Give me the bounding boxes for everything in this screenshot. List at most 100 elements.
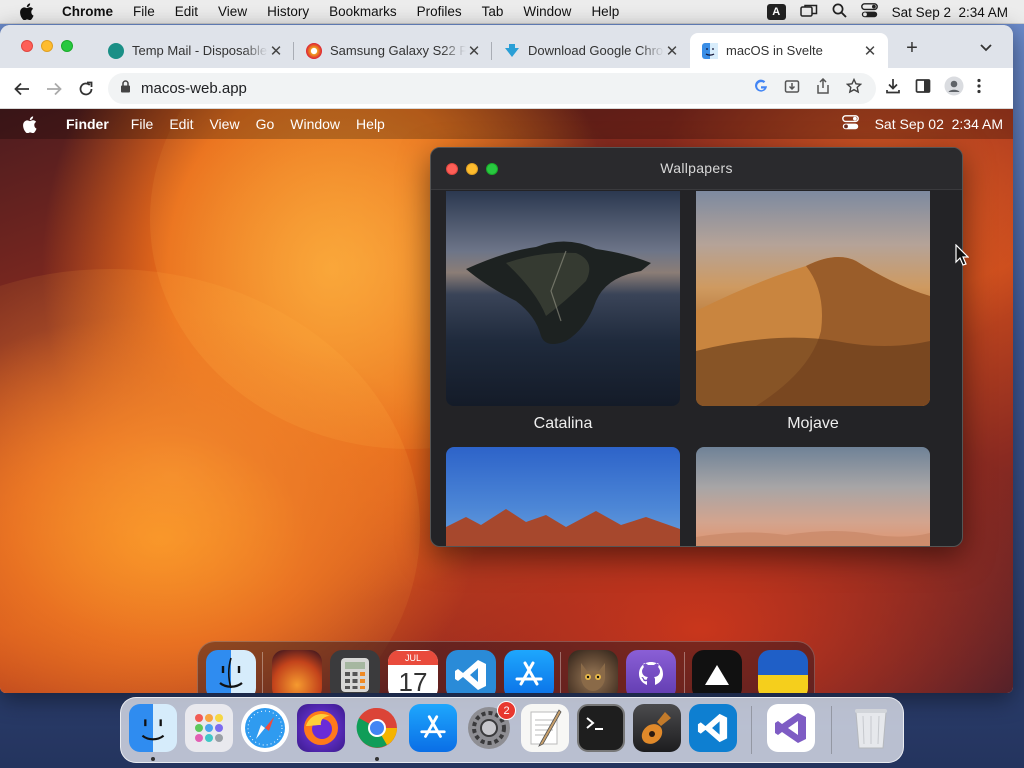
host-menu-edit[interactable]: Edit <box>165 4 208 19</box>
wallpaper-label: Mojave <box>787 415 839 432</box>
safari-icon[interactable] <box>241 704 289 752</box>
app-store-icon[interactable] <box>504 650 554 693</box>
reload-button[interactable] <box>74 77 98 101</box>
wallpaper-card-3[interactable] <box>446 447 680 546</box>
vercel-icon[interactable] <box>692 650 742 693</box>
finder-icon[interactable] <box>206 650 256 693</box>
vscode-icon[interactable] <box>689 704 737 752</box>
close-tab-icon[interactable]: ✕ <box>268 42 284 60</box>
system-settings-icon[interactable]: 2 <box>465 701 516 752</box>
tab-samsung[interactable]: Samsung Galaxy S22 Pro ✕ <box>294 33 492 68</box>
tab-temp-mail[interactable]: Temp Mail - Disposable Temporary Email ✕ <box>96 33 294 68</box>
wallpapers-title: Wallpapers <box>660 160 733 176</box>
host-menu-tab[interactable]: Tab <box>472 4 514 19</box>
wallpaper-thumbnail[interactable] <box>696 447 930 546</box>
wallpapers-titlebar[interactable]: Wallpapers <box>431 148 962 190</box>
install-app-icon[interactable] <box>784 78 800 99</box>
dock-separator <box>831 706 832 754</box>
screen-mirroring-icon[interactable] <box>799 4 818 21</box>
chrome-icon[interactable] <box>353 704 401 752</box>
tab-search-button[interactable] <box>980 39 992 55</box>
calendar-day: 17 <box>398 667 428 693</box>
input-source-icon[interactable]: A <box>766 4 786 20</box>
web-menu-edit[interactable]: Edit <box>161 116 201 132</box>
catalina-thumbnail[interactable] <box>446 191 680 406</box>
downloads-icon[interactable] <box>884 77 902 100</box>
side-panel-icon[interactable] <box>914 77 932 100</box>
textedit-icon[interactable] <box>521 704 569 752</box>
bookmark-star-icon[interactable] <box>845 77 863 99</box>
forward-button[interactable] <box>42 77 66 101</box>
host-dock: 2 <box>120 697 904 763</box>
finder-favicon-icon <box>702 42 718 59</box>
firefox-icon[interactable] <box>297 704 345 752</box>
web-menubar: Finder File Edit View Go Window Help Sat… <box>0 109 1013 139</box>
wallpaper-thumbnail[interactable] <box>446 447 680 546</box>
close-tab-icon[interactable]: ✕ <box>862 42 878 60</box>
host-menu-app[interactable]: Chrome <box>52 4 123 19</box>
control-center-icon[interactable] <box>860 3 878 21</box>
host-menu-help[interactable]: Help <box>581 4 629 19</box>
cat-app-icon[interactable] <box>568 650 618 693</box>
lock-icon[interactable] <box>120 79 131 98</box>
calendar-icon[interactable]: JUL 17 <box>388 650 438 693</box>
zoom-window-button[interactable] <box>61 40 73 52</box>
close-tab-icon[interactable]: ✕ <box>664 42 680 60</box>
apple-menu-icon[interactable] <box>0 3 52 20</box>
host-menu-view[interactable]: View <box>208 4 257 19</box>
web-clock[interactable]: Sat Sep 02 2:34 AM <box>875 116 1003 132</box>
vscode-icon[interactable] <box>446 650 496 693</box>
tab-title: Samsung Galaxy S22 Pro <box>330 43 466 58</box>
chrome-menu-icon[interactable] <box>976 78 982 99</box>
google-lens-icon[interactable] <box>754 79 768 98</box>
web-menu-help[interactable]: Help <box>348 116 393 132</box>
web-menu-file[interactable]: File <box>123 116 162 132</box>
samsung-favicon-icon <box>306 42 322 59</box>
web-menu-window[interactable]: Window <box>282 116 348 132</box>
wallpapers-app-icon[interactable] <box>272 650 322 693</box>
minimize-window-button[interactable] <box>41 40 53 52</box>
web-menu-view[interactable]: View <box>201 116 247 132</box>
terminal-icon[interactable] <box>577 704 625 752</box>
calculator-icon[interactable] <box>330 650 380 693</box>
garageband-icon[interactable] <box>633 704 681 752</box>
address-bar[interactable]: macos-web.app <box>108 73 876 104</box>
wallpapers-window: Wallpapers Catalina Mojave <box>430 147 963 547</box>
tab-macos-svelte[interactable]: macOS in Svelte ✕ <box>690 33 888 68</box>
trash-icon[interactable] <box>847 704 895 752</box>
spotlight-search-icon[interactable] <box>832 3 847 21</box>
host-menu-bookmarks[interactable]: Bookmarks <box>319 4 407 19</box>
web-apple-menu-icon[interactable] <box>0 115 58 133</box>
wallpaper-card-mojave[interactable]: Mojave <box>696 191 930 433</box>
host-menu-history[interactable]: History <box>257 4 319 19</box>
web-menu-app[interactable]: Finder <box>58 116 123 132</box>
finder-icon[interactable] <box>129 704 177 752</box>
share-icon[interactable] <box>816 77 830 99</box>
profile-avatar-icon[interactable] <box>944 76 964 101</box>
dock-separator <box>684 652 685 693</box>
web-dock: JUL 17 <box>197 641 815 693</box>
mojave-thumbnail[interactable] <box>696 191 930 406</box>
tab-download-chrome[interactable]: Download Google Chrome ✕ <box>492 33 690 68</box>
wallpaper-card-4[interactable] <box>696 447 930 546</box>
github-icon[interactable] <box>626 650 676 693</box>
host-menu-profiles[interactable]: Profiles <box>407 4 472 19</box>
wallpaper-card-catalina[interactable]: Catalina <box>446 191 680 433</box>
tab-title: macOS in Svelte <box>726 43 823 58</box>
close-window-button[interactable] <box>21 40 33 52</box>
ukraine-flag-icon[interactable] <box>758 650 808 693</box>
app-store-icon[interactable] <box>409 704 457 752</box>
web-menu-go[interactable]: Go <box>248 116 283 132</box>
launchpad-icon[interactable] <box>185 704 233 752</box>
new-tab-button[interactable]: + <box>900 37 924 60</box>
calendar-month: JUL <box>388 651 438 665</box>
host-clock[interactable]: Sat Sep 2 2:34 AM <box>892 5 1008 20</box>
host-menu-window[interactable]: Window <box>513 4 581 19</box>
dock-separator <box>751 706 752 754</box>
close-tab-icon[interactable]: ✕ <box>466 42 482 60</box>
url-text[interactable]: macos-web.app <box>141 80 247 97</box>
back-button[interactable] <box>10 77 34 101</box>
visual-studio-icon[interactable] <box>767 704 815 752</box>
host-menu-file[interactable]: File <box>123 4 165 19</box>
web-control-center-icon[interactable] <box>841 115 859 133</box>
